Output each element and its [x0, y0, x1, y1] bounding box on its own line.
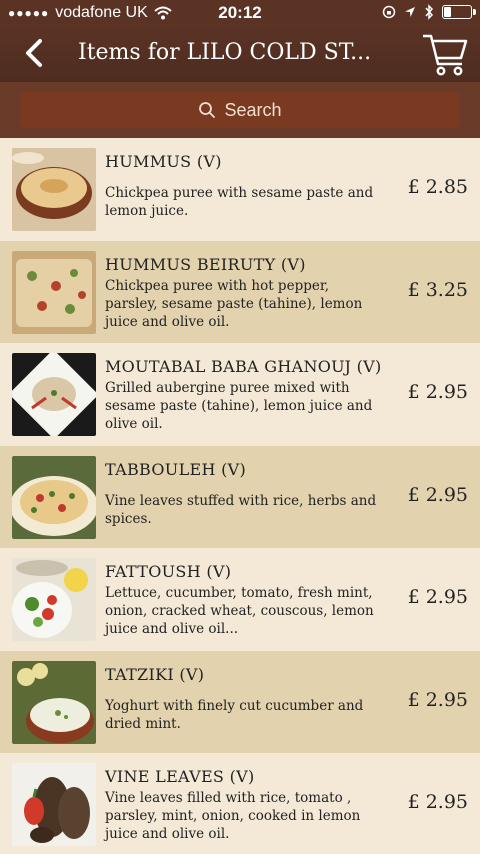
menu-item-row[interactable]: MOUTABAL BABA GHANOUJ (V) Grilled auberg…	[0, 343, 480, 446]
menu-item-row[interactable]: HUMMUS BEIRUTY (V) Chickpea puree with h…	[0, 240, 480, 343]
search-icon	[199, 102, 216, 118]
menu-item-row[interactable]: TABBOULEH (V) Vine leaves stuffed with r…	[0, 445, 480, 548]
menu-item-row[interactable]: TATZIKI (V) Yoghurt with finely cut cucu…	[0, 650, 480, 753]
battery-icon	[442, 5, 476, 19]
hummus-photo	[12, 148, 96, 231]
item-price: £ 3.25	[407, 278, 468, 301]
item-price: £ 2.95	[407, 586, 468, 608]
item-description: Chickpea puree with hot pepper, parsley,…	[105, 277, 363, 330]
item-description: Grilled aubergine puree mixed with sesam…	[105, 380, 373, 432]
shopping-cart-icon	[423, 34, 468, 76]
item-name: HUMMUS BEIRUTY (V)	[105, 254, 306, 274]
status-icons	[382, 4, 476, 20]
moutabal-photo	[12, 353, 96, 436]
item-price: £ 2.95	[407, 688, 468, 711]
page-title: Items for LILO COLD ST...	[78, 40, 372, 65]
back-button[interactable]	[18, 36, 52, 70]
menu-item-row[interactable]: HUMMUS (V) Chickpea puree with sesame pa…	[0, 138, 480, 241]
chevron-left-icon	[26, 39, 42, 67]
menu-item-list: HUMMUS (V) Chickpea puree with sesame pa…	[0, 138, 480, 854]
item-price: £ 2.85	[407, 176, 468, 198]
bluetooth-icon	[425, 4, 434, 20]
location-icon	[405, 7, 415, 17]
item-name: TABBOULEH (V)	[105, 459, 247, 479]
item-price: £ 2.95	[407, 483, 468, 506]
search-bar[interactable]: Search	[20, 92, 460, 128]
fattoush-photo	[12, 558, 96, 641]
menu-item-row[interactable]: FATTOUSH (V) Lettuce, cucumber, tomato, …	[0, 548, 480, 651]
item-name: MOUTABAL BABA GHANOUJ (V)	[105, 357, 382, 376]
rotation-lock-icon	[382, 5, 396, 19]
menu-item-row[interactable]: VINE LEAVES (V) Vine leaves filled with …	[0, 753, 480, 854]
item-name: VINE LEAVES (V)	[105, 767, 255, 786]
cart-button[interactable]	[420, 30, 470, 78]
item-price: £ 2.95	[407, 381, 468, 403]
tabbouleh-photo	[12, 455, 96, 539]
item-description: Vine leaves stuffed with rice, herbs and…	[105, 492, 377, 527]
tatziki-photo	[12, 660, 96, 744]
item-name: HUMMUS (V)	[105, 152, 222, 171]
hummus-beiruty-photo	[12, 250, 96, 334]
item-name: FATTOUSH (V)	[105, 562, 232, 581]
vine-leaves-photo	[12, 763, 96, 846]
search-label: Search	[224, 99, 282, 120]
item-description: Vine leaves filled with rice, tomato , p…	[105, 790, 361, 842]
item-description: Yoghurt with finely cut cucumber and dri…	[105, 697, 364, 732]
item-name: TATZIKI (V)	[105, 664, 205, 684]
status-bar: ●●●●● vodafone UK 20:12	[0, 0, 480, 26]
item-description: Lettuce, cucumber, tomato, fresh mint, o…	[105, 585, 374, 637]
item-description: Chickpea puree with sesame paste and lem…	[105, 185, 374, 219]
nav-bar: Items for LILO COLD ST...	[0, 26, 480, 82]
search-area: Search	[0, 82, 480, 138]
item-price: £ 2.95	[407, 791, 468, 813]
